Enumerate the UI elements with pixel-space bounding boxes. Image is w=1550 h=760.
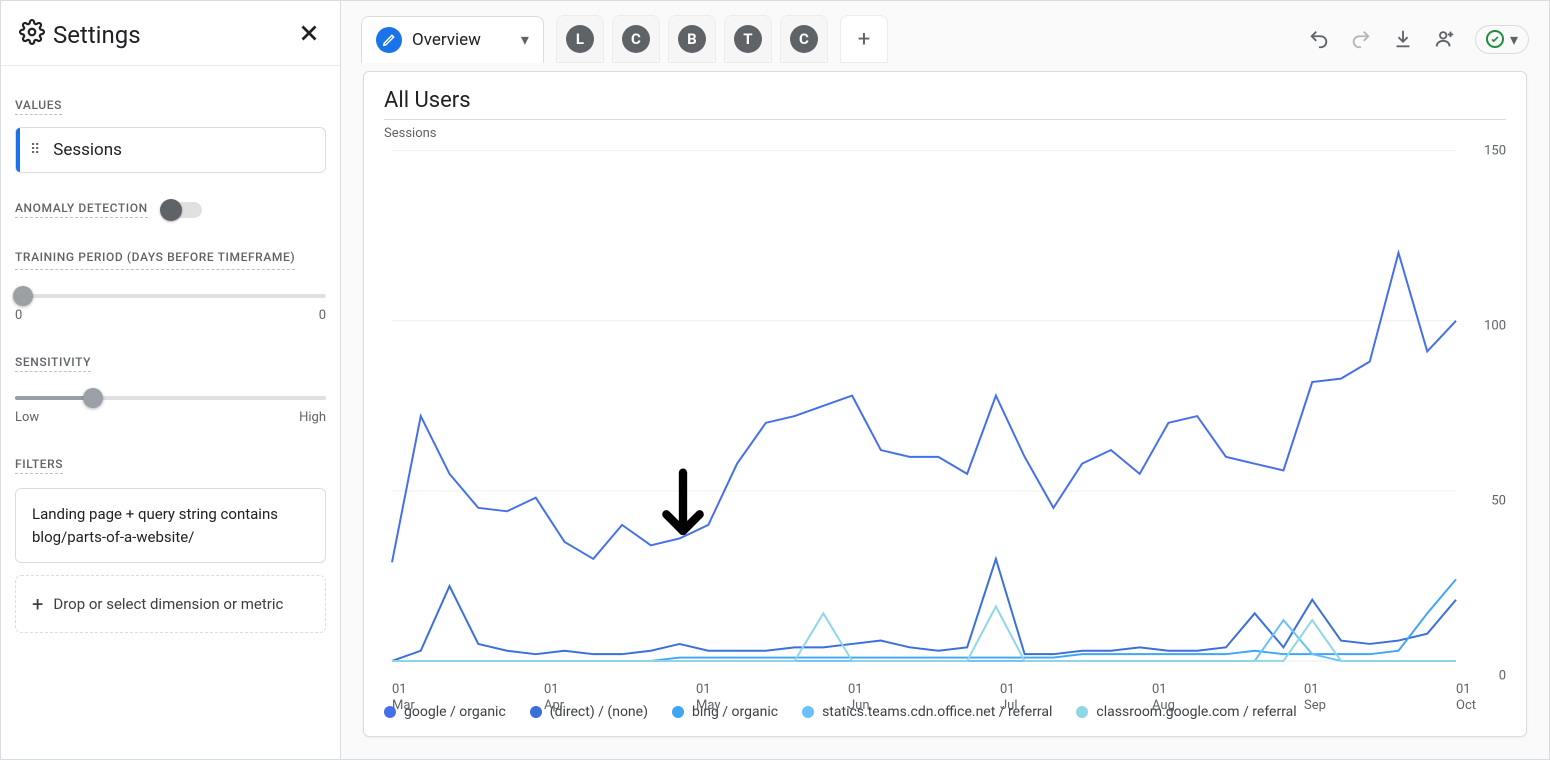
x-tick-label: 01Apr	[544, 682, 564, 713]
main-area: Overview ▾ LCBTC + ▾ All Users Sessions	[341, 1, 1549, 759]
letter-tab-0[interactable]: L	[556, 15, 604, 63]
legend-dot	[530, 706, 542, 718]
letter-tab-1[interactable]: C	[612, 15, 660, 63]
legend-label: google / organic	[404, 704, 506, 720]
y-tick-label: 50	[1491, 494, 1506, 509]
anomaly-detection-label: ANOMALY DETECTION	[15, 201, 148, 218]
plus-icon: +	[32, 592, 43, 616]
training-min: 0	[15, 308, 22, 323]
chevron-down-icon: ▾	[1510, 30, 1518, 49]
legend-item[interactable]: bing / organic	[672, 704, 778, 720]
x-tick-label: 01May	[696, 682, 720, 713]
letter-pill: L	[566, 25, 594, 53]
share-user-icon[interactable]	[1433, 27, 1457, 51]
chart-card: All Users Sessions 0 50 100 150 01Mar 01Apr 01…	[363, 71, 1527, 737]
y-tick-label: 150	[1484, 144, 1506, 159]
settings-title: Settings	[53, 21, 141, 49]
letter-pill: B	[678, 25, 706, 53]
tab-overview-label: Overview	[412, 30, 481, 50]
y-tick-label: 100	[1484, 319, 1506, 334]
training-period-label: TRAINING PERIOD (DAYS BEFORE TIMEFRAME)	[15, 248, 295, 270]
legend-dot	[672, 706, 684, 718]
letter-pill: T	[734, 25, 762, 53]
filters-label: FILTERS	[15, 457, 63, 474]
gear-icon	[19, 19, 45, 51]
arrow-down-icon	[658, 466, 708, 550]
download-icon[interactable]	[1391, 27, 1415, 51]
drop-dimension-metric[interactable]: + Drop or select dimension or metric	[15, 575, 326, 633]
legend-label: classroom.google.com / referral	[1096, 704, 1296, 720]
filter-card[interactable]: Landing page + query string contains blo…	[15, 488, 326, 563]
plot-area: 05010015001Mar01Apr01May01Jun01Jul01Aug0…	[384, 141, 1506, 694]
settings-header: Settings	[1, 1, 340, 65]
legend-dot	[802, 706, 814, 718]
x-tick-label: 01Sep	[1304, 682, 1326, 713]
value-chip-label: Sessions	[53, 140, 122, 160]
sensitivity-label: SENSITIVITY	[15, 355, 91, 372]
legend-label: (direct) / (none)	[550, 704, 648, 720]
tab-overview[interactable]: Overview ▾	[361, 16, 544, 63]
undo-icon[interactable]	[1307, 27, 1331, 51]
letter-tab-3[interactable]: T	[724, 15, 772, 63]
letter-tab-4[interactable]: C	[780, 15, 828, 63]
settings-panel: Settings VALUES ⠿ Sessions ANOMALY DETEC…	[1, 1, 341, 759]
chart-subtitle: Sessions	[384, 126, 1506, 141]
letter-pill: C	[622, 25, 650, 53]
x-tick-label: 01Oct	[1456, 682, 1476, 713]
x-tick-label: 01Jun	[848, 682, 870, 713]
sensitivity-high: High	[299, 410, 326, 425]
chart-title: All Users	[384, 88, 1506, 120]
top-toolbar: Overview ▾ LCBTC + ▾	[341, 1, 1549, 63]
legend-dot	[1076, 706, 1088, 718]
value-chip-sessions[interactable]: ⠿ Sessions	[15, 127, 326, 173]
x-tick-label: 01Aug	[1152, 682, 1175, 713]
y-tick-label: 0	[1499, 669, 1506, 684]
training-max: 0	[319, 308, 326, 323]
legend-item[interactable]: classroom.google.com / referral	[1076, 704, 1296, 720]
letter-pill: C	[790, 25, 818, 53]
sensitivity-low: Low	[15, 410, 39, 425]
checkmark-icon	[1486, 30, 1504, 48]
x-tick-label: 01Mar	[392, 682, 415, 713]
letter-tab-2[interactable]: B	[668, 15, 716, 63]
close-icon[interactable]	[296, 20, 322, 50]
drag-handle-icon[interactable]: ⠿	[30, 142, 41, 158]
drop-label: Drop or select dimension or metric	[53, 595, 283, 613]
redo-icon[interactable]	[1349, 27, 1373, 51]
x-tick-label: 01Jul	[1000, 682, 1018, 713]
sensitivity-slider[interactable]	[15, 396, 326, 400]
values-label: VALUES	[15, 98, 62, 115]
training-period-slider[interactable]	[15, 294, 326, 298]
status-pill[interactable]: ▾	[1475, 25, 1529, 54]
anomaly-toggle[interactable]	[162, 202, 202, 218]
pencil-icon	[376, 27, 402, 53]
add-tab-button[interactable]: +	[840, 15, 888, 63]
chevron-down-icon[interactable]: ▾	[521, 30, 529, 49]
